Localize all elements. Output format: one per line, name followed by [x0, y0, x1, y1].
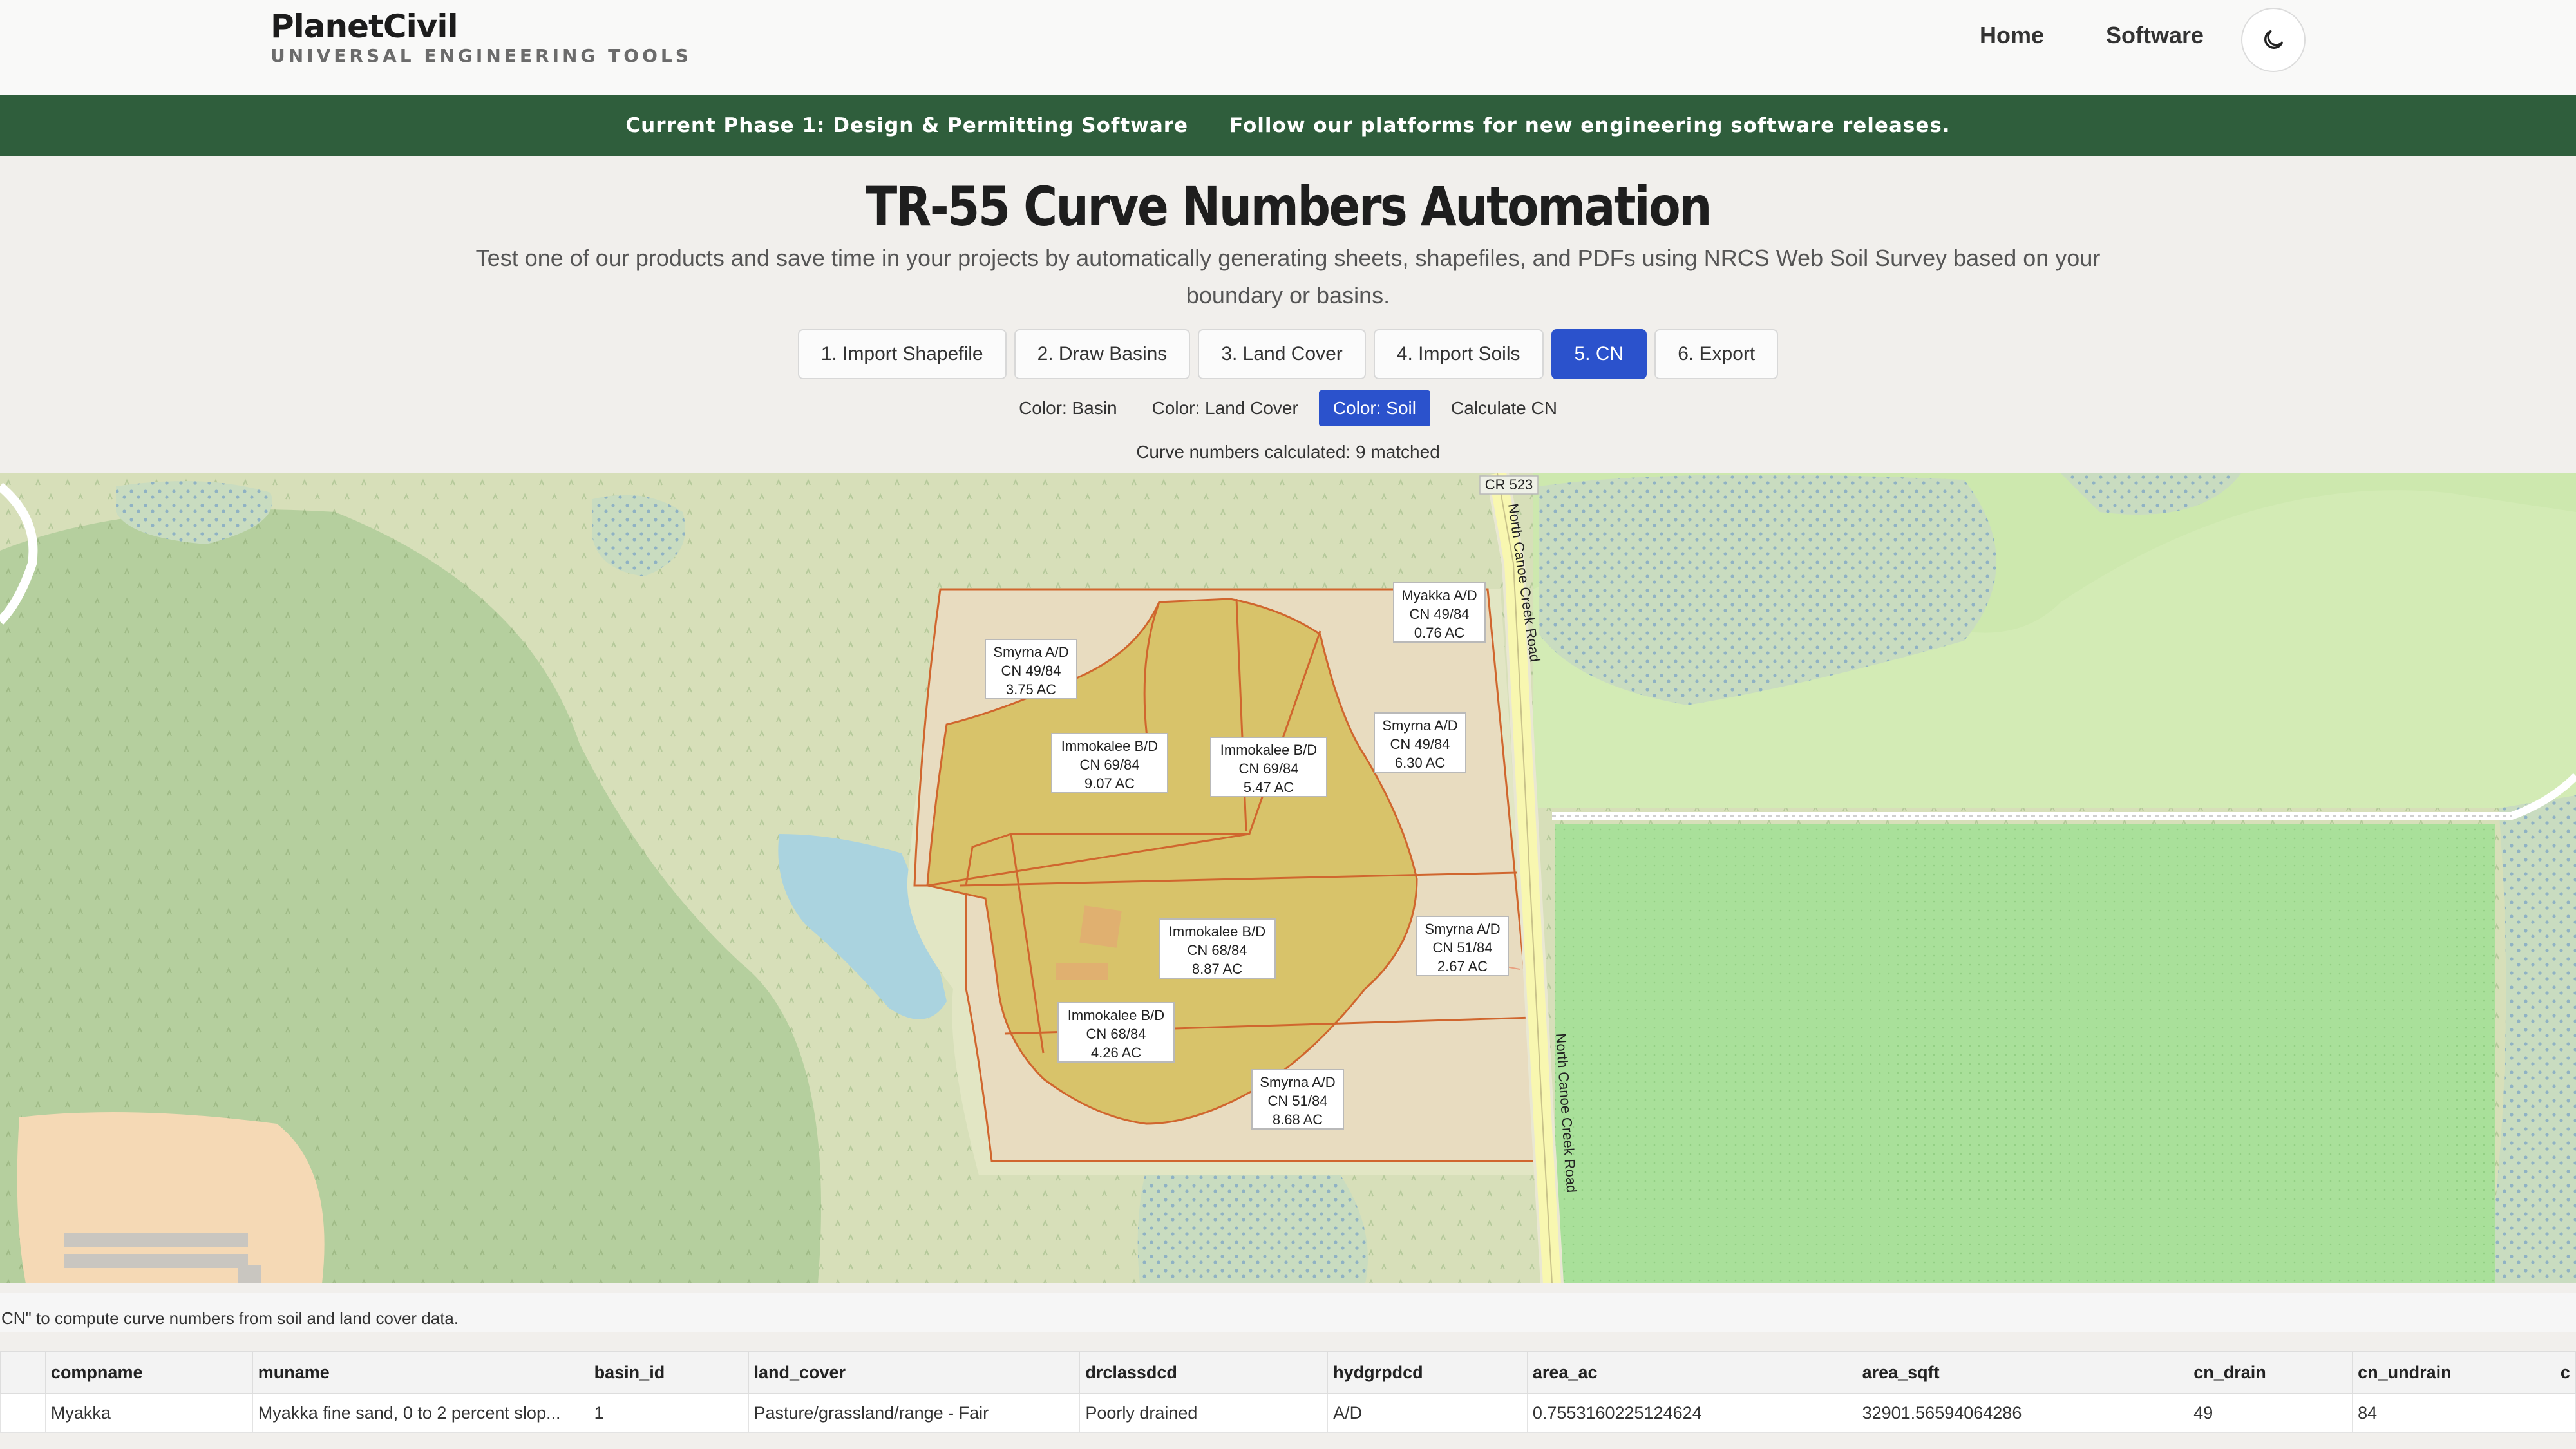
map-label-cn: CN 69/84	[1080, 757, 1140, 773]
map-label-soil: Smyrna A/D	[1260, 1074, 1335, 1090]
map-label-cn: CN 49/84	[1410, 606, 1470, 622]
results-table: compname muname basin_id land_cover drcl…	[0, 1351, 2576, 1433]
map-label-area: 2.67 AC	[1437, 958, 1488, 974]
table-row[interactable]: Myakka Myakka fine sand, 0 to 2 percent …	[0, 1393, 2576, 1433]
table-header-cell[interactable]: basin_id	[588, 1351, 749, 1394]
map-label-soil: Smyrna A/D	[993, 644, 1068, 660]
step-land-cover[interactable]: 3. Land Cover	[1198, 329, 1366, 379]
color-land-cover-button[interactable]: Color: Land Cover	[1138, 390, 1312, 426]
announcement-banner: Current Phase 1: Design & Permitting Sof…	[0, 95, 2576, 156]
color-basin-button[interactable]: Color: Basin	[1005, 390, 1132, 426]
workflow-steps: 1. Import Shapefile 2. Draw Basins 3. La…	[0, 329, 2576, 379]
map-label-cn: CN 51/84	[1433, 940, 1493, 956]
nav-home-link[interactable]: Home	[1980, 22, 2044, 49]
table-cell: 49	[2188, 1393, 2353, 1433]
map-label-area: 9.07 AC	[1084, 775, 1135, 791]
step-export[interactable]: 6. Export	[1654, 329, 1779, 379]
table-cell: 1	[588, 1393, 749, 1433]
map-label-immokalee-4: Immokalee B/D CN 68/84 4.26 AC	[1057, 1002, 1175, 1063]
road-badge-text: CR 523	[1485, 477, 1533, 493]
step-import-soils[interactable]: 4. Import Soils	[1373, 329, 1544, 379]
table-cell: 84	[2352, 1393, 2555, 1433]
table-header-cell[interactable]: hydgrpdcd	[1327, 1351, 1528, 1394]
table-header-cell[interactable]: drclassdcd	[1079, 1351, 1329, 1394]
banner-follow: Follow our platforms for new engineering…	[1229, 113, 1951, 137]
table-cell: A/D	[1327, 1393, 1528, 1433]
road-badge: CR 523	[1479, 475, 1539, 495]
map-label-area: 6.30 AC	[1395, 755, 1445, 771]
status-message: Curve numbers calculated: 9 matched	[1136, 442, 1440, 462]
map-label-immokalee-3: Immokalee B/D CN 68/84 8.87 AC	[1159, 918, 1276, 979]
calculate-cn-button[interactable]: Calculate CN	[1437, 390, 1571, 426]
map-label-soil: Smyrna A/D	[1382, 717, 1457, 734]
table-header-select	[0, 1351, 46, 1394]
brand-tagline: UNIVERSAL ENGINEERING TOOLS	[270, 45, 692, 66]
nav-software-link[interactable]: Software	[2106, 22, 2204, 49]
table-cell: Myakka	[44, 1393, 253, 1433]
table-header-row: compname muname basin_id land_cover drcl…	[0, 1351, 2576, 1394]
map-label-soil: Myakka A/D	[1401, 587, 1477, 603]
table-cell: 0.7553160225124624	[1526, 1393, 1857, 1433]
map-label-area: 8.87 AC	[1192, 961, 1242, 977]
map-label-soil: Immokalee B/D	[1169, 923, 1265, 940]
table-header-cell[interactable]: area_ac	[1526, 1351, 1857, 1394]
map-label-immokalee-2: Immokalee B/D CN 69/84 5.47 AC	[1210, 737, 1327, 797]
map-label-cn: CN 49/84	[1390, 736, 1450, 752]
map-label-myakka-1: Myakka A/D CN 49/84 0.76 AC	[1393, 582, 1486, 643]
table-header-cell[interactable]: cn_undrain	[2352, 1351, 2555, 1394]
table-cell: Myakka fine sand, 0 to 2 percent slop...	[252, 1393, 589, 1433]
map-label-cn: CN 68/84	[1086, 1026, 1146, 1042]
table-header-cell[interactable]: land_cover	[748, 1351, 1081, 1394]
map-label-soil: Smyrna A/D	[1425, 921, 1500, 937]
table-cell	[2554, 1393, 2576, 1433]
color-mode-bar: Color: Basin Color: Land Cover Color: So…	[0, 390, 2576, 426]
map-label-cn: CN 51/84	[1268, 1093, 1328, 1109]
map-label-soil: Immokalee B/D	[1220, 742, 1317, 758]
map-label-cn: CN 49/84	[1001, 663, 1061, 679]
map-label-area: 3.75 AC	[1006, 681, 1056, 697]
map-label-cn: CN 68/84	[1188, 942, 1247, 958]
map-label-immokalee-1: Immokalee B/D CN 69/84 9.07 AC	[1051, 733, 1168, 793]
map-label-area: 5.47 AC	[1244, 779, 1294, 795]
hint-text: CN" to compute curve numbers from soil a…	[0, 1293, 2576, 1332]
map-label-smyrna-1: Smyrna A/D CN 49/84 3.75 AC	[985, 639, 1077, 699]
table-cell: Pasture/grassland/range - Fair	[748, 1393, 1081, 1433]
page-subtitle: Test one of our products and save time i…	[475, 245, 2101, 308]
map-label-cn: CN 69/84	[1239, 761, 1299, 777]
table-cell-select	[0, 1393, 46, 1433]
step-cn[interactable]: 5. CN	[1551, 329, 1647, 379]
table-header-cell[interactable]: compname	[44, 1351, 253, 1394]
map-label-smyrna-4: Smyrna A/D CN 51/84 8.68 AC	[1251, 1069, 1344, 1130]
table-header-cell[interactable]: c	[2554, 1351, 2576, 1394]
table-header-cell[interactable]: area_sqft	[1856, 1351, 2189, 1394]
map-label-soil: Immokalee B/D	[1061, 738, 1158, 754]
table-header-cell[interactable]: muname	[252, 1351, 589, 1394]
map-label-soil: Immokalee B/D	[1068, 1007, 1164, 1023]
map-view[interactable]: North Canoe Creek Road North Canoe Creek…	[0, 473, 2576, 1283]
table-cell: Poorly drained	[1079, 1393, 1329, 1433]
theme-toggle-button[interactable]	[2241, 8, 2306, 72]
map-label-area: 4.26 AC	[1091, 1045, 1141, 1061]
table-cell: 32901.56594064286	[1856, 1393, 2189, 1433]
page-title: TR-55 Curve Numbers Automation	[865, 175, 1712, 238]
map-label-smyrna-2: Smyrna A/D CN 49/84 6.30 AC	[1374, 712, 1466, 773]
moon-icon	[2264, 30, 2283, 49]
table-header-cell[interactable]: cn_drain	[2188, 1351, 2353, 1394]
step-import-shapefile[interactable]: 1. Import Shapefile	[797, 329, 1007, 379]
color-soil-button[interactable]: Color: Soil	[1318, 390, 1430, 426]
map-label-area: 0.76 AC	[1414, 625, 1464, 641]
step-draw-basins[interactable]: 2. Draw Basins	[1014, 329, 1191, 379]
map-label-smyrna-3: Smyrna A/D CN 51/84 2.67 AC	[1416, 916, 1509, 976]
brand-name[interactable]: PlanetCivil	[270, 8, 459, 45]
banner-phase: Current Phase 1: Design & Permitting Sof…	[625, 113, 1189, 137]
map-label-area: 8.68 AC	[1273, 1112, 1323, 1128]
